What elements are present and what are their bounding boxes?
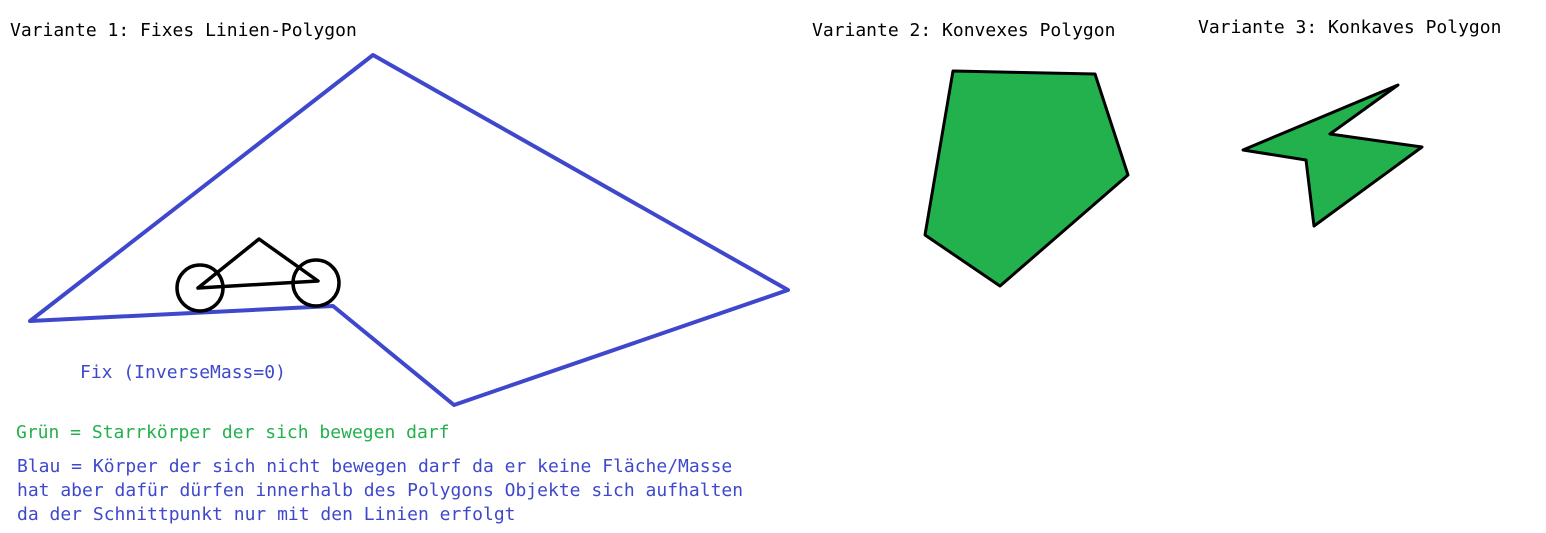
legend-blue-line-2: hat aber dafür dürfen innerhalb des Poly… — [17, 480, 743, 501]
convex-polygon — [923, 69, 1130, 288]
diagram-canvas: Variante 1: Fixes Linien-Polygon Variant… — [10, 17, 1501, 525]
variant-2-title: Variante 2: Konvexes Polygon — [812, 20, 1115, 41]
fixed-polygon-label: Fix (InverseMass=0) — [80, 362, 286, 383]
bicycle-frame — [196, 237, 320, 290]
concave-polygon — [1241, 83, 1424, 228]
variant-1-title: Variante 1: Fixes Linien-Polygon — [10, 20, 357, 41]
fixed-line-polygon — [28, 53, 790, 407]
legend-blue-line-1: Blau = Körper der sich nicht bewegen dar… — [17, 456, 732, 477]
variant-3-title: Variante 3: Konkaves Polygon — [1198, 17, 1501, 38]
legend-blue-line-3: da der Schnittpunkt nur mit den Linien e… — [17, 504, 516, 525]
legend-green: Grün = Starrkörper der sich bewegen darf — [16, 422, 449, 443]
bicycle-icon — [175, 237, 341, 313]
